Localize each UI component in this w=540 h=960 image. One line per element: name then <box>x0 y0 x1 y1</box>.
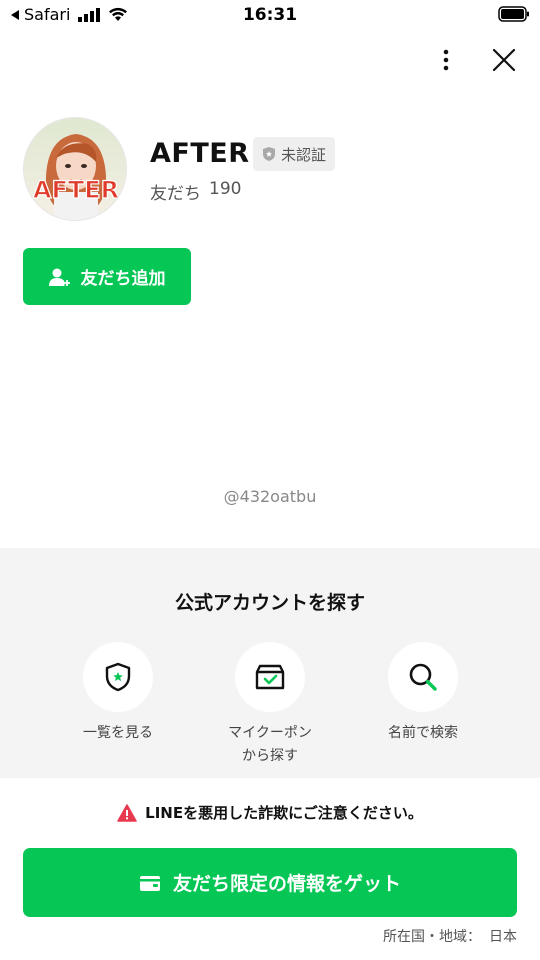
clock: 16:31 <box>242 5 298 25</box>
close-button[interactable] <box>488 44 520 76</box>
account-id[interactable]: @432oatbu <box>0 487 540 506</box>
status-bar: Safari 16:31 <box>0 0 540 32</box>
friends-count: 友だち 190 <box>150 179 241 204</box>
explore-official-accounts: 公式アカウントを探す 一覧を見る マイクーポン から探す 名前で検索 <box>0 548 540 778</box>
avatar[interactable]: AFTER <box>23 117 127 221</box>
wallet-icon <box>139 875 160 891</box>
cta-label: 友だち限定の情報をゲット <box>172 873 401 895</box>
search-icon <box>409 663 437 691</box>
browse-list-item[interactable]: 一覧を見る <box>38 642 198 745</box>
avatar-logo-text: AFTER <box>33 176 119 204</box>
avatar-image: AFTER <box>24 118 126 220</box>
close-icon <box>492 48 516 72</box>
coupon-box-icon <box>255 664 285 690</box>
badge-label: 未認証 <box>281 145 327 164</box>
profile-name: AFTER <box>150 138 250 169</box>
top-actions <box>430 44 520 76</box>
friends-label: 友だち <box>150 184 201 204</box>
name-search-label: 名前で検索 <box>388 725 458 741</box>
add-user-icon <box>48 268 70 286</box>
friends-number: 190 <box>209 179 242 199</box>
more-options-button[interactable] <box>430 44 462 76</box>
more-vertical-icon <box>443 49 449 71</box>
unverified-badge[interactable]: 未認証 <box>253 137 336 171</box>
fraud-warning: LINEを悪用した詐欺にご注意ください。 <box>0 802 540 823</box>
battery-icon <box>498 6 530 26</box>
get-exclusive-info-button[interactable]: 友だち限定の情報をゲット <box>23 848 517 917</box>
explore-title: 公式アカウントを探す <box>174 592 365 614</box>
name-search-item[interactable]: 名前で検索 <box>343 642 503 745</box>
coupon-search-label: マイクーポン から探す <box>228 725 312 764</box>
add-friend-label: 友だち追加 <box>80 269 166 289</box>
region-value: 日本 <box>489 929 517 945</box>
warning-text: LINEを悪用した詐欺にご注意ください。 <box>145 804 423 822</box>
region-label: 所在国・地域： <box>383 929 481 945</box>
browse-list-label: 一覧を見る <box>83 725 153 741</box>
shield-icon <box>263 147 275 161</box>
name-search-circle <box>388 642 458 712</box>
browse-list-circle <box>83 642 153 712</box>
region-info: 所在国・地域： 日本 <box>383 926 517 946</box>
shield-star-icon <box>105 662 131 692</box>
warning-icon <box>117 803 137 822</box>
coupon-search-circle <box>235 642 305 712</box>
coupon-search-item[interactable]: マイクーポン から探す <box>190 642 350 768</box>
add-friend-button[interactable]: 友だち追加 <box>23 248 191 305</box>
